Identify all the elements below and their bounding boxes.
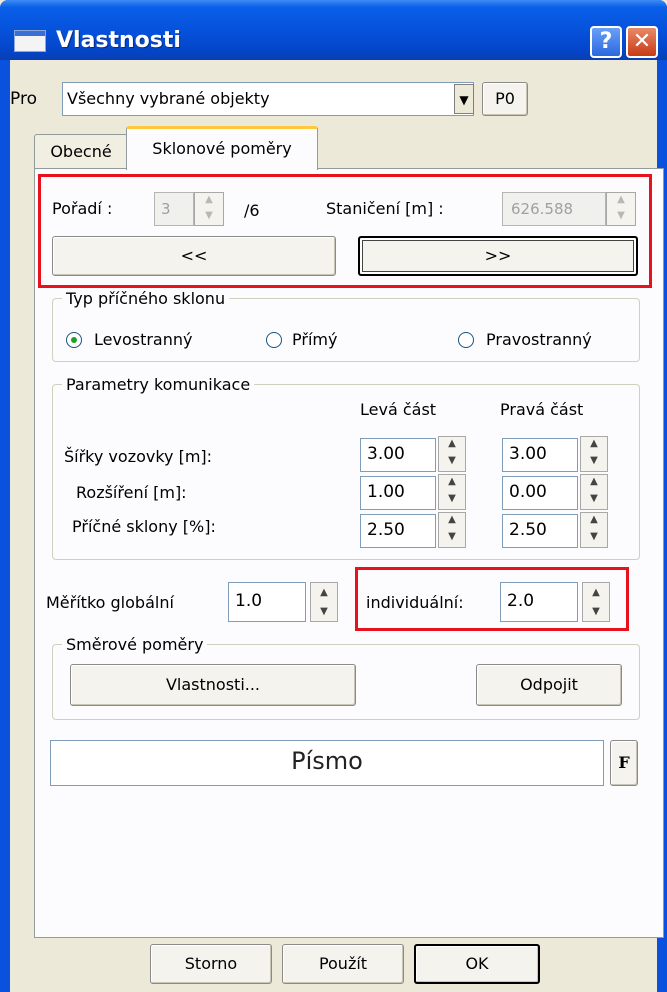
- pro-label: Pro: [10, 89, 37, 109]
- object-scope-value: Všechny vybrané objekty: [67, 89, 270, 108]
- dropdown-arrow-icon[interactable]: ▼: [454, 84, 474, 114]
- right-part-header: Pravá část: [500, 400, 584, 419]
- radio-right-label: Pravostranný: [486, 330, 592, 349]
- global-scale-label: Měřítko globální: [46, 593, 174, 612]
- close-button[interactable]: ✕: [626, 26, 658, 58]
- font-button[interactable]: F: [610, 740, 638, 786]
- cross-slopes-left[interactable]: 2.50: [360, 514, 436, 548]
- radio-straight[interactable]: [266, 332, 282, 348]
- cross-slopes-right-spinner[interactable]: ▲ ▼: [580, 512, 608, 548]
- object-scope-select[interactable]: Všechny vybrané objekty: [62, 82, 474, 116]
- global-scale-field[interactable]: 1.0: [228, 582, 306, 622]
- cross-slopes-left-spinner[interactable]: ▲ ▼: [438, 512, 466, 548]
- navigation-highlight: [38, 174, 652, 288]
- cross-slopes-label: Příčné sklony [%]:: [72, 517, 216, 536]
- ok-button[interactable]: OK: [414, 944, 540, 984]
- font-preview[interactable]: Písmo: [50, 740, 604, 786]
- radio-right[interactable]: [458, 332, 474, 348]
- road-params-legend: Parametry komunikace: [62, 374, 255, 396]
- global-scale-spinner[interactable]: ▲ ▼: [310, 582, 338, 622]
- tab-general[interactable]: Obecné: [34, 134, 128, 168]
- widening-left[interactable]: 1.00: [360, 476, 436, 510]
- p0-button[interactable]: P0: [482, 82, 528, 116]
- window-title: Vlastnosti: [56, 28, 181, 53]
- tab-slope-ratios[interactable]: Sklonové poměry: [126, 126, 318, 170]
- road-width-right[interactable]: 3.00: [502, 438, 578, 472]
- road-width-left[interactable]: 3.00: [360, 438, 436, 472]
- apply-button[interactable]: Použít: [282, 944, 404, 984]
- cross-slope-legend: Typ příčného sklonu: [62, 288, 230, 310]
- cancel-button[interactable]: Storno: [150, 944, 272, 984]
- widening-right[interactable]: 0.00: [502, 476, 578, 510]
- cross-slopes-right[interactable]: 2.50: [502, 514, 578, 548]
- radio-left-label: Levostranný: [94, 330, 193, 349]
- detach-button[interactable]: Odpojit: [476, 664, 622, 706]
- widening-left-spinner[interactable]: ▲ ▼: [438, 474, 466, 510]
- radio-straight-label: Přímý: [292, 330, 338, 349]
- individual-scale-highlight: [355, 567, 629, 631]
- road-width-label: Šířky vozovky [m]:: [64, 447, 213, 466]
- direction-legend: Směrové poměry: [62, 634, 208, 656]
- window-icon: [14, 30, 46, 52]
- road-width-left-spinner[interactable]: ▲ ▼: [438, 436, 466, 472]
- road-width-right-spinner[interactable]: ▲ ▼: [580, 436, 608, 472]
- widening-label: Rozšíření [m]:: [76, 483, 187, 502]
- properties-button[interactable]: Vlastnosti...: [70, 664, 356, 706]
- help-button[interactable]: ?: [590, 26, 622, 58]
- radio-left[interactable]: [66, 332, 82, 348]
- widening-right-spinner[interactable]: ▲ ▼: [580, 474, 608, 510]
- left-part-header: Levá část: [360, 400, 437, 419]
